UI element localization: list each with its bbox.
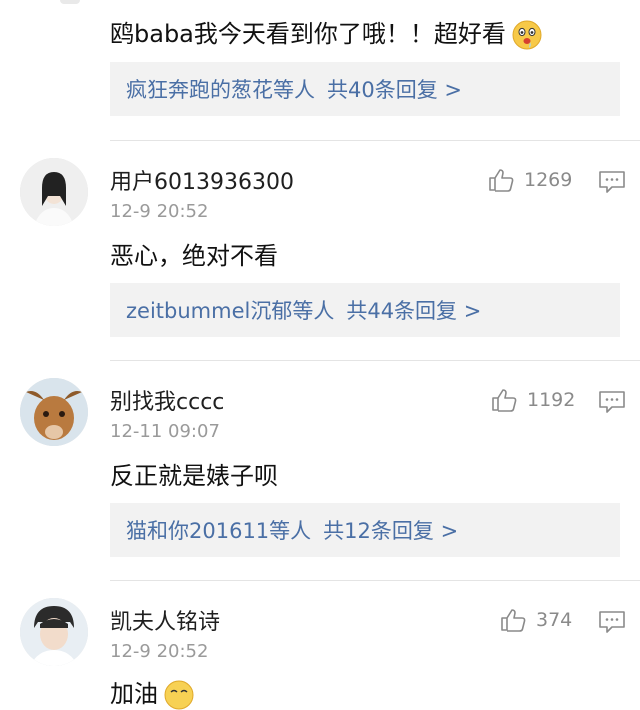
- username[interactable]: 用户6013936300: [110, 164, 294, 196]
- like-button[interactable]: 1192: [491, 388, 575, 412]
- comment-bubble-icon[interactable]: [598, 610, 626, 634]
- comment-time: 12-9 20:52: [110, 201, 209, 222]
- username[interactable]: 凯夫人铭诗: [110, 604, 220, 636]
- comment-text: 反正就是婊子呗: [110, 462, 278, 490]
- comment-text: 鸥baba我今天看到你了哦！！超好看: [110, 14, 542, 50]
- thumbs-up-icon: [501, 609, 526, 632]
- avatar[interactable]: [20, 158, 88, 226]
- comment-bubble-icon[interactable]: [598, 170, 626, 194]
- comment-time: 12-9 20:52: [110, 641, 209, 662]
- avatar-image: [20, 598, 88, 666]
- comment-text: 加油: [110, 674, 194, 710]
- like-count: 1192: [527, 389, 576, 411]
- thumbs-up-icon: [489, 169, 514, 192]
- avatar[interactable]: [20, 378, 88, 446]
- reply-users: 猫和你201611等人: [126, 519, 312, 543]
- avatar[interactable]: [20, 598, 88, 666]
- comment-divider: [110, 580, 640, 581]
- comment-text: 恶心，绝对不看: [110, 242, 278, 270]
- reply-summary[interactable]: zeitbummel沉郁等人 共44条回复 >: [110, 283, 620, 337]
- avatar-image: [20, 158, 88, 226]
- comment-bubble-icon[interactable]: [598, 390, 626, 414]
- reply-summary[interactable]: 猫和你201611等人 共12条回复 >: [110, 503, 620, 557]
- reply-count-link[interactable]: 共12条回复 >: [323, 515, 458, 545]
- reply-summary[interactable]: 疯狂奔跑的葱花等人 共40条回复 >: [110, 62, 620, 116]
- drooling-face-emoji: [512, 20, 542, 50]
- reply-count-link[interactable]: 共44条回复 >: [346, 295, 481, 325]
- reply-users: 疯狂奔跑的葱花等人: [126, 78, 315, 102]
- comment-divider: [110, 360, 640, 361]
- blushing-face-emoji: [164, 680, 194, 710]
- avatar-image: [20, 378, 88, 446]
- like-count: 374: [536, 609, 573, 631]
- like-button[interactable]: 1269: [488, 168, 572, 192]
- thumbs-up-icon: [492, 389, 517, 412]
- reply-users: zeitbummel沉郁等人: [126, 299, 335, 323]
- username[interactable]: 别找我cccc: [110, 384, 224, 416]
- comment-divider: [110, 140, 640, 141]
- like-count: 1269: [524, 169, 573, 191]
- comment-time: 12-11 09:07: [110, 421, 220, 442]
- top-edge: [0, 0, 640, 8]
- reply-count-link[interactable]: 共40条回复 >: [327, 74, 462, 104]
- like-button[interactable]: 374: [500, 608, 572, 632]
- previous-avatar-edge: [60, 0, 80, 4]
